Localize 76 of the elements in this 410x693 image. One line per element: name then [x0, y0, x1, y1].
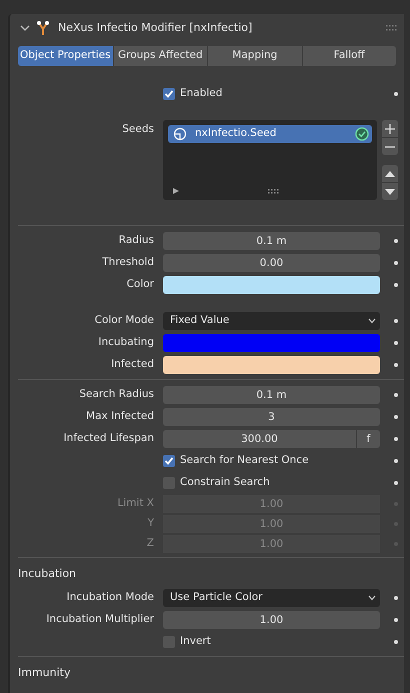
- dropdown[interactable]: Fixed Value: [163, 312, 380, 330]
- field-label: Threshold: [102, 256, 154, 268]
- checkbox-label[interactable]: Constrain Search: [180, 475, 270, 491]
- number-field: 1.00: [163, 495, 380, 513]
- field-label: Incubating: [98, 336, 154, 348]
- field-label: Y: [148, 517, 154, 530]
- decorator-dot-icon[interactable]: [394, 92, 398, 96]
- decorator-dot-icon[interactable]: [394, 283, 398, 287]
- checkbox[interactable]: [163, 88, 175, 100]
- resize-grip-icon: [268, 188, 278, 194]
- move-down-button[interactable]: [382, 183, 398, 200]
- modifier-icon: [36, 20, 50, 36]
- color-swatch[interactable]: [163, 276, 380, 294]
- frame-unit-button[interactable]: f: [356, 430, 380, 448]
- decorator-dot-icon[interactable]: [394, 640, 398, 644]
- number-field[interactable]: 0.1 m: [163, 232, 380, 250]
- number-field[interactable]: 1.00: [163, 610, 380, 628]
- decorator-dot-icon[interactable]: [394, 437, 398, 441]
- decorator-dot-icon[interactable]: [394, 363, 398, 367]
- decorator-dot-icon[interactable]: [394, 481, 398, 485]
- field-label: Z: [146, 537, 154, 550]
- decorator-dot-icon[interactable]: [394, 415, 398, 419]
- remove-button[interactable]: [382, 138, 398, 155]
- tab[interactable]: Object Properties: [18, 46, 113, 66]
- expand-triangle-icon[interactable]: [173, 188, 179, 194]
- list-item[interactable]: nxInfectio.Seed: [168, 125, 372, 143]
- checkbox-label[interactable]: Search for Nearest Once: [180, 453, 309, 469]
- modifier-title: NeXus Infectio Modifier [nxInfectio]: [58, 20, 254, 36]
- color-swatch[interactable]: [163, 356, 380, 374]
- dropdown[interactable]: Use Particle Color: [163, 588, 380, 606]
- up-triangle-icon: [385, 170, 395, 176]
- decorator-dot-icon[interactable]: [394, 459, 398, 463]
- decorator-dot-icon[interactable]: [394, 393, 398, 397]
- section-heading: Immunity: [17, 664, 72, 680]
- object-icon: [173, 127, 187, 141]
- section-heading: Incubation: [17, 566, 78, 582]
- number-field[interactable]: 0.1 m: [163, 386, 380, 404]
- tab[interactable]: Falloff: [302, 46, 396, 66]
- checkbox-label[interactable]: Invert: [180, 634, 211, 650]
- field-label: Color Mode: [94, 314, 154, 326]
- tab[interactable]: Mapping: [208, 46, 302, 66]
- field-label: Radius: [118, 234, 154, 246]
- minus-icon: [385, 146, 395, 148]
- color-swatch[interactable]: [163, 334, 380, 352]
- list-label: Seeds: [122, 123, 154, 135]
- plus-icon: [385, 124, 395, 134]
- add-button[interactable]: [382, 120, 398, 137]
- checkbox-label[interactable]: Enabled: [180, 86, 222, 102]
- dropdown-chevron-icon: [368, 594, 376, 600]
- field-label: Infected: [111, 358, 154, 370]
- tab[interactable]: Groups Affected: [114, 46, 208, 66]
- collapse-chevron-icon[interactable]: [20, 24, 30, 32]
- number-field[interactable]: 3: [163, 408, 380, 426]
- decorator-dot-icon[interactable]: [394, 341, 398, 345]
- number-field[interactable]: 0.00: [163, 254, 380, 272]
- number-field[interactable]: 300.00: [163, 430, 356, 448]
- dropdown-chevron-icon: [368, 318, 376, 324]
- decorator-dot-icon[interactable]: [394, 596, 398, 600]
- field-label: Infected Lifespan: [64, 432, 154, 444]
- field-label: Incubation Multiplier: [46, 612, 154, 625]
- decorator-dot-icon[interactable]: [394, 319, 398, 323]
- field-label: Color: [126, 278, 154, 290]
- move-up-button[interactable]: [382, 165, 398, 182]
- decorator-dot-icon[interactable]: [394, 239, 398, 243]
- field-label: Max Infected: [86, 410, 154, 422]
- number-field: 1.00: [163, 535, 380, 553]
- decorator-dot-icon[interactable]: [394, 618, 398, 622]
- checkbox[interactable]: [163, 455, 175, 467]
- drag-grip-icon[interactable]: [386, 25, 398, 31]
- check-circle-icon[interactable]: [355, 127, 369, 141]
- decorator-dot-icon[interactable]: [394, 261, 398, 265]
- field-label: Limit X: [117, 497, 154, 510]
- down-triangle-icon: [385, 188, 395, 194]
- number-field: 1.00: [163, 515, 380, 533]
- field-label: Search Radius: [79, 388, 154, 400]
- field-label: Incubation Mode: [66, 590, 154, 603]
